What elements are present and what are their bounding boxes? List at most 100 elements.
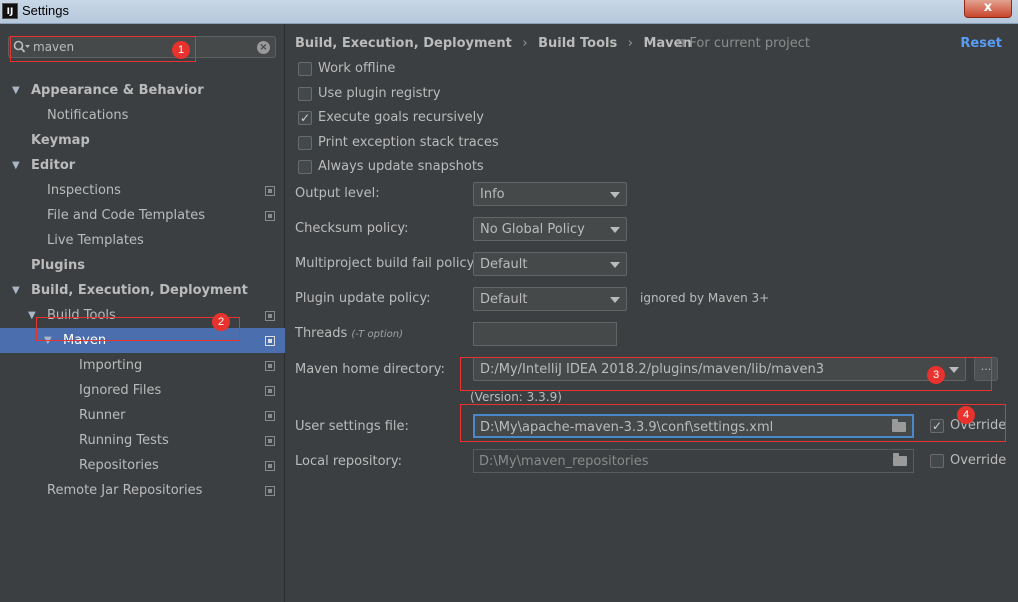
project-scope-icon [265,486,275,496]
sidebar-item-label: File and Code Templates [47,208,205,223]
sidebar-item-runner[interactable]: Runner [0,403,285,428]
checksum-policy-select[interactable]: No Global Policy [473,217,627,241]
sidebar-item-keymap[interactable]: Keymap [0,128,285,153]
sidebar-item-editor[interactable]: ▼ Editor [0,153,285,178]
sidebar-item-label: Build, Execution, Deployment [31,283,248,298]
sidebar-item-label: Running Tests [79,433,169,448]
maven-settings-panel: Build, Execution, Deployment › Build Too… [286,24,1018,602]
threads-label-text: Threads [295,326,348,341]
title-bar: IJ Settings x [0,0,1018,24]
plugin-update-policy-value: Default [480,292,528,307]
annotation-box-maven-home [460,357,992,391]
project-scope-icon [265,361,275,371]
output-level-select[interactable]: Info [473,182,627,206]
breadcrumb-build-execution[interactable]: Build, Execution, Deployment [295,36,512,51]
chevron-down-icon [610,262,620,268]
local-repository-override-checkbox[interactable] [930,454,944,468]
checksum-policy-value: No Global Policy [480,222,585,237]
sidebar-item-label: Runner [79,408,126,423]
close-button[interactable]: x [964,0,1012,18]
sidebar-item-running-tests[interactable]: Running Tests [0,428,285,453]
sidebar-item-label: Live Templates [47,233,144,248]
expand-arrow-icon[interactable]: ▼ [28,303,36,328]
sidebar-item-label: Remote Jar Repositories [47,483,203,498]
annotation-box-search [10,36,196,62]
clear-search-icon[interactable]: × [257,41,270,54]
local-repository-override-label: Override [950,453,1007,468]
sidebar-item-appearance-behavior[interactable]: ▼ Appearance & Behavior [0,78,285,103]
breadcrumb-separator: › [627,36,633,51]
checkbox-label: Print exception stack traces [318,134,499,150]
breadcrumb-separator: › [522,36,528,51]
local-repository-input[interactable]: D:\My\maven_repositories [473,449,914,473]
expand-arrow-icon[interactable]: ▼ [12,78,20,103]
breadcrumb: Build, Execution, Deployment › Build Too… [295,36,698,51]
plugin-update-note: ignored by Maven 3+ [640,291,770,305]
local-repository-label: Local repository: [295,454,402,469]
project-scope-icon [265,436,275,446]
folder-icon[interactable] [893,453,907,466]
breadcrumb-build-tools[interactable]: Build Tools [538,36,617,51]
sidebar-item-repositories[interactable]: Repositories [0,453,285,478]
sidebar-item-file-and-code-templates[interactable]: File and Code Templates [0,203,285,228]
annotation-box-user-settings [460,404,1006,442]
sidebar-item-remote-jar-repositories[interactable]: Remote Jar Repositories [0,478,285,503]
sidebar-item-label: Keymap [31,133,90,148]
plugin-update-policy-select[interactable]: Default [473,287,627,311]
annotation-badge-1: 1 [172,41,190,59]
multiproject-fail-policy-select[interactable]: Default [473,252,627,276]
sidebar-item-notifications[interactable]: Notifications [0,103,285,128]
sidebar-item-label: Importing [79,358,143,373]
reset-link[interactable]: Reset [960,36,1002,51]
project-scope-icon [265,461,275,471]
project-scope-icon [265,411,275,421]
chevron-down-icon [610,227,620,233]
annotation-badge-4: 4 [957,406,975,424]
checkbox-box[interactable] [298,135,312,150]
sidebar-item-label: Editor [31,158,76,173]
sidebar-item-inspections[interactable]: Inspections [0,178,285,203]
sidebar-item-live-templates[interactable]: Live Templates [0,228,285,253]
multiproject-fail-policy-value: Default [480,257,528,272]
annotation-badge-2: 2 [212,313,230,331]
checkbox-box[interactable]: ✓ [298,111,312,125]
checkbox-box[interactable] [298,86,312,101]
annotation-box-maven [36,317,240,341]
chevron-down-icon [610,297,620,303]
checkbox-label: Execute goals recursively [318,110,484,125]
maven-version-label: (Version: 3.3.9) [470,390,562,404]
sidebar-item-label: Repositories [79,458,159,473]
maven-home-label: Maven home directory: [295,362,445,377]
sidebar-item-importing[interactable]: Importing [0,353,285,378]
output-level-label: Output level: [295,186,380,201]
checksum-policy-label: Checksum policy: [295,221,409,236]
sidebar-item-label: Ignored Files [79,383,162,398]
sidebar-item-build-execution-deployment[interactable]: ▼ Build, Execution, Deployment [0,278,285,303]
expand-arrow-icon[interactable]: ▼ [12,278,20,303]
sidebar-item-ignored-files[interactable]: Ignored Files [0,378,285,403]
window-title: Settings [22,3,69,18]
checkbox-box[interactable] [298,160,312,174]
project-scope-icon [265,336,275,346]
annotation-badge-3: 3 [927,366,945,384]
expand-arrow-icon[interactable]: ▼ [12,153,20,178]
sidebar-item-plugins[interactable]: Plugins [0,253,285,278]
project-scope-icon [265,186,275,196]
sidebar-item-label: Plugins [31,258,85,273]
project-scope-icon [265,386,275,396]
project-scope-icon [265,211,275,221]
app-logo-icon: IJ [2,3,18,19]
project-scope-icon [265,311,275,321]
sidebar-item-label: Appearance & Behavior [31,83,204,98]
checkbox-label: Use plugin registry [318,85,441,101]
threads-input[interactable] [473,322,617,346]
checkbox-label: Always update snapshots [318,159,484,174]
local-repository-value: D:\My\maven_repositories [479,454,649,469]
multiproject-fail-policy-label: Multiproject build fail policy: [295,256,478,271]
sidebar-item-label: Notifications [47,108,129,123]
plugin-update-policy-label: Plugin update policy: [295,291,431,306]
scope-label: ⧉ For current project [676,36,811,51]
threads-hint: (-T option) [351,329,403,340]
chevron-down-icon [610,192,620,198]
checkbox-box[interactable] [298,62,312,76]
